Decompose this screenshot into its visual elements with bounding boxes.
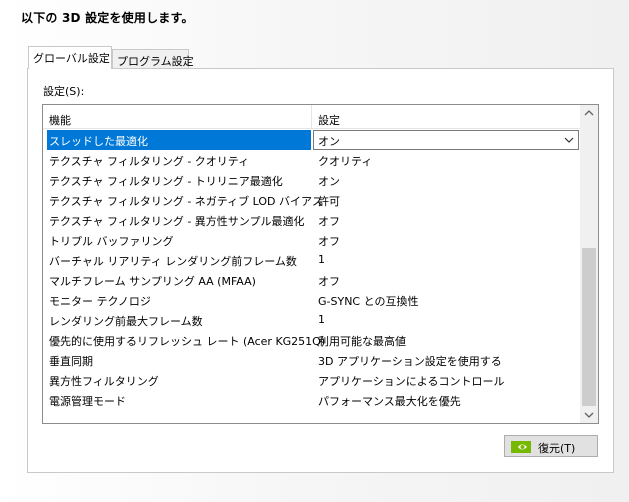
feature-label: テクスチャ フィルタリング - トリリニア最適化: [49, 175, 283, 188]
tab-program-settings[interactable]: プログラム設定: [112, 49, 194, 69]
nvidia-logo-icon: [511, 441, 531, 453]
setting-value: パフォーマンス最大化を優先: [318, 395, 461, 408]
setting-row[interactable]: モニター テクノロジ G-SYNC との互換性: [43, 290, 580, 310]
tab-global-settings[interactable]: グローバル設定: [28, 46, 112, 69]
scroll-thumb[interactable]: [582, 248, 596, 406]
feature-label: スレッドした最適化: [49, 135, 148, 148]
restore-button-label: 復元(T): [538, 442, 576, 455]
setting-row[interactable]: 電源管理モード パフォーマンス最大化を優先: [43, 390, 580, 410]
feature-label: レンダリング前最大フレーム数: [49, 315, 203, 328]
setting-row[interactable]: テクスチャ フィルタリング - クオリティ クオリティ: [43, 150, 580, 170]
feature-label: テクスチャ フィルタリング - クオリティ: [49, 155, 250, 168]
setting-row[interactable]: トリプル バッファリング オフ: [43, 230, 580, 250]
feature-label: テクスチャ フィルタリング - ネガティブ LOD バイアス: [49, 195, 323, 208]
setting-row[interactable]: レンダリング前最大フレーム数 1: [43, 310, 580, 330]
feature-label: トリプル バッファリング: [49, 235, 174, 248]
setting-row-threaded-optimization[interactable]: スレッドした最適化 オン: [43, 130, 580, 150]
column-header-feature[interactable]: 機能: [49, 112, 71, 128]
column-header-setting[interactable]: 設定: [318, 112, 340, 128]
setting-row[interactable]: バーチャル リアリティ レンダリング前フレーム数 1: [43, 250, 580, 270]
setting-row[interactable]: 垂直同期 3D アプリケーション設定を使用する: [43, 350, 580, 370]
feature-label: テクスチャ フィルタリング - 異方性サンプル最適化: [49, 215, 305, 228]
setting-value: 利用可能な最高値: [318, 335, 406, 348]
setting-value: オフ: [318, 215, 340, 228]
feature-label: モニター テクノロジ: [49, 295, 151, 308]
setting-value: クオリティ: [318, 155, 373, 168]
setting-value: 1: [318, 253, 325, 266]
setting-value: アプリケーションによるコントロール: [318, 375, 505, 388]
settings-label: 設定(S):: [43, 85, 85, 98]
page-heading: 以下の 3D 設定を使用します。: [21, 11, 194, 25]
setting-row[interactable]: 優先的に使用するリフレッシュ レート (Acer KG251Q) 利用可能な最高…: [43, 330, 580, 350]
grid-header: 機能 設定: [43, 105, 580, 129]
feature-label: 異方性フィルタリング: [49, 375, 159, 388]
scroll-down-arrow-icon[interactable]: [580, 406, 598, 423]
feature-label: 電源管理モード: [49, 395, 126, 408]
feature-label: 優先的に使用するリフレッシュ レート (Acer KG251Q): [49, 335, 326, 348]
setting-value: オフ: [318, 275, 340, 288]
settings-grid: 機能 設定 スレッドした最適化 オン テクスチャ フィルタリング - クオリティ…: [42, 104, 599, 424]
chevron-down-icon: [564, 137, 574, 143]
setting-row[interactable]: テクスチャ フィルタリング - 異方性サンプル最適化 オフ: [43, 210, 580, 230]
scroll-up-arrow-icon[interactable]: [580, 105, 598, 122]
feature-label: バーチャル リアリティ レンダリング前フレーム数: [49, 255, 297, 268]
feature-label: マルチフレーム サンプリング AA (MFAA): [49, 275, 256, 288]
setting-row[interactable]: マルチフレーム サンプリング AA (MFAA) オフ: [43, 270, 580, 290]
column-divider[interactable]: [311, 105, 312, 129]
restore-button[interactable]: 復元(T): [504, 435, 598, 457]
dropdown-value: オン: [318, 135, 340, 148]
setting-value: オフ: [318, 235, 340, 248]
setting-value: 3D アプリケーション設定を使用する: [318, 355, 502, 368]
vertical-scrollbar[interactable]: [580, 105, 598, 423]
setting-value: 1: [318, 313, 325, 326]
setting-row[interactable]: 異方性フィルタリング アプリケーションによるコントロール: [43, 370, 580, 390]
setting-value: 許可: [318, 195, 340, 208]
setting-dropdown[interactable]: オン: [313, 130, 579, 150]
setting-value: G-SYNC との互換性: [318, 295, 419, 308]
feature-label: 垂直同期: [49, 355, 93, 368]
setting-row[interactable]: テクスチャ フィルタリング - ネガティブ LOD バイアス 許可: [43, 190, 580, 210]
setting-row[interactable]: テクスチャ フィルタリング - トリリニア最適化 オン: [43, 170, 580, 190]
setting-value: オン: [318, 175, 340, 188]
